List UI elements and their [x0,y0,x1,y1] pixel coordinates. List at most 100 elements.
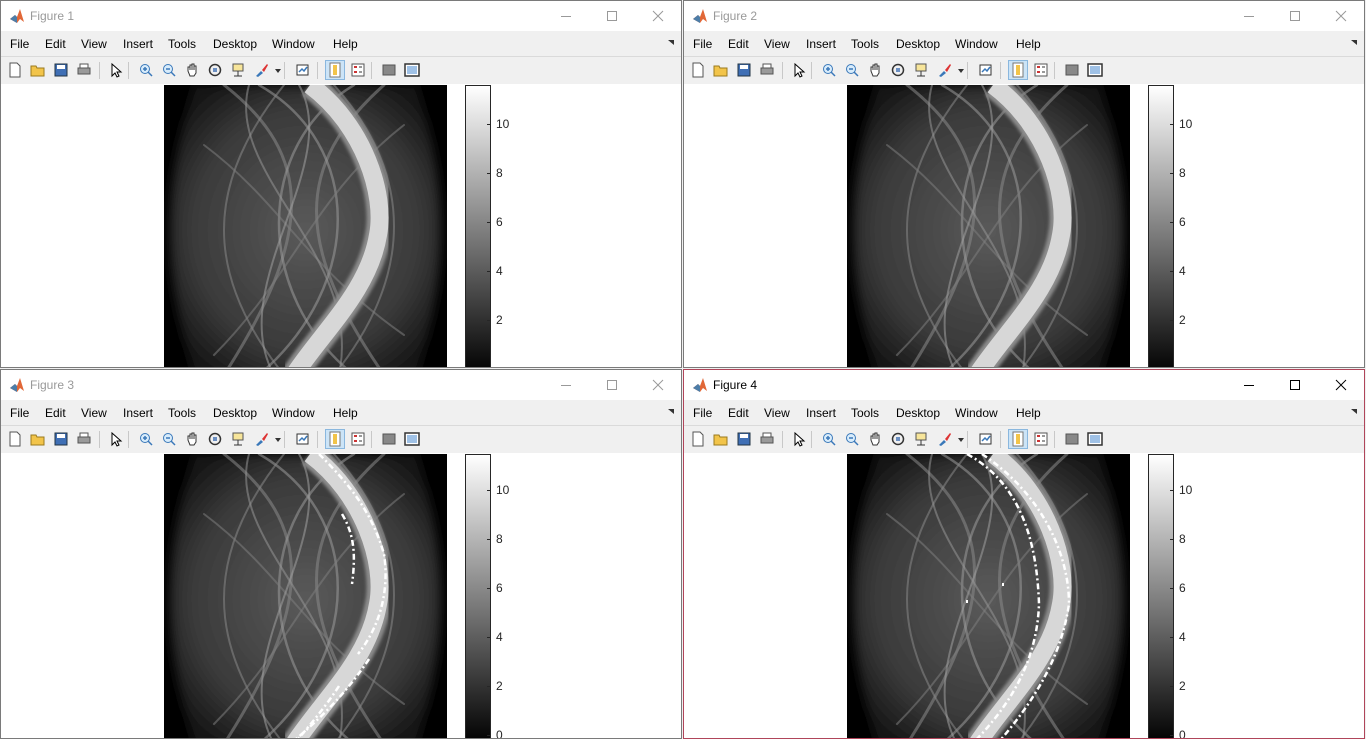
menu-edit[interactable]: Edit [728,37,749,51]
colorbar[interactable] [1148,454,1174,738]
title-bar[interactable]: Figure 4 [684,370,1364,400]
edit-plot-button[interactable] [106,429,126,449]
rotate-3d-button[interactable] [205,60,225,80]
data-cursor-button[interactable] [911,60,931,80]
open-file-button[interactable] [28,429,48,449]
open-file-button[interactable] [28,60,48,80]
close-button[interactable] [635,370,681,400]
dock-figure-icon[interactable] [667,409,675,415]
pan-button[interactable] [865,60,885,80]
colorbar[interactable] [1148,85,1174,367]
zoom-out-button[interactable] [842,60,862,80]
figure-window[interactable]: Figure 2 File Edit View Insert Tools Des… [683,0,1365,368]
open-file-button[interactable] [711,60,731,80]
zoom-out-button[interactable] [159,429,179,449]
menu-window[interactable]: Window [272,406,315,420]
menu-edit[interactable]: Edit [45,37,66,51]
save-button[interactable] [51,60,71,80]
menu-help[interactable]: Help [1016,37,1041,51]
menu-file[interactable]: File [693,406,712,420]
new-figure-button[interactable] [688,429,708,449]
brush-button[interactable] [252,429,272,449]
menu-insert[interactable]: Insert [806,406,836,420]
insert-legend-button[interactable] [1031,429,1051,449]
dropdown-arrow-icon[interactable] [958,69,964,73]
dock-figure-icon[interactable] [667,40,675,46]
show-plot-tools-button[interactable] [1085,429,1105,449]
dropdown-arrow-icon[interactable] [275,69,281,73]
zoom-in-button[interactable] [136,60,156,80]
show-plot-tools-button[interactable] [402,429,422,449]
pan-button[interactable] [182,60,202,80]
hide-plot-tools-button[interactable] [379,60,399,80]
menu-tools[interactable]: Tools [168,37,196,51]
sinogram-image[interactable] [847,454,1130,738]
minimize-button[interactable] [1226,1,1272,31]
new-figure-button[interactable] [688,60,708,80]
insert-colorbar-button[interactable] [325,60,345,80]
print-button[interactable] [757,60,777,80]
insert-colorbar-button[interactable] [1008,60,1028,80]
close-button[interactable] [1318,370,1364,400]
rotate-3d-button[interactable] [888,60,908,80]
rotate-3d-button[interactable] [888,429,908,449]
brush-button[interactable] [252,60,272,80]
maximize-button[interactable] [589,1,635,31]
menu-help[interactable]: Help [1016,406,1041,420]
menu-tools[interactable]: Tools [168,406,196,420]
minimize-button[interactable] [543,370,589,400]
menu-desktop[interactable]: Desktop [213,406,257,420]
menu-insert[interactable]: Insert [123,406,153,420]
open-file-button[interactable] [711,429,731,449]
sinogram-image[interactable] [847,85,1130,367]
dropdown-arrow-icon[interactable] [275,438,281,442]
new-figure-button[interactable] [5,429,25,449]
insert-legend-button[interactable] [1031,60,1051,80]
menu-view[interactable]: View [764,37,790,51]
insert-colorbar-button[interactable] [1008,429,1028,449]
dock-figure-icon[interactable] [1350,40,1358,46]
menu-view[interactable]: View [81,406,107,420]
pan-button[interactable] [865,429,885,449]
save-button[interactable] [734,429,754,449]
menu-file[interactable]: File [10,406,29,420]
menu-help[interactable]: Help [333,406,358,420]
maximize-button[interactable] [1272,370,1318,400]
insert-colorbar-button[interactable] [325,429,345,449]
show-plot-tools-button[interactable] [1085,60,1105,80]
menu-insert[interactable]: Insert [123,37,153,51]
menu-edit[interactable]: Edit [45,406,66,420]
zoom-out-button[interactable] [159,60,179,80]
print-button[interactable] [74,60,94,80]
brush-button[interactable] [935,429,955,449]
menu-desktop[interactable]: Desktop [896,406,940,420]
minimize-button[interactable] [543,1,589,31]
save-button[interactable] [51,429,71,449]
insert-legend-button[interactable] [348,60,368,80]
menu-view[interactable]: View [81,37,107,51]
menu-file[interactable]: File [10,37,29,51]
link-plot-button[interactable] [293,429,313,449]
new-figure-button[interactable] [5,60,25,80]
hide-plot-tools-button[interactable] [1062,429,1082,449]
colorbar[interactable] [465,85,491,367]
link-plot-button[interactable] [976,60,996,80]
menu-window[interactable]: Window [955,406,998,420]
maximize-button[interactable] [1272,1,1318,31]
menu-insert[interactable]: Insert [806,37,836,51]
edit-plot-button[interactable] [789,429,809,449]
menu-desktop[interactable]: Desktop [213,37,257,51]
hide-plot-tools-button[interactable] [379,429,399,449]
figure-window[interactable]: Figure 3 File Edit View Insert Tools Des… [0,369,682,739]
menu-file[interactable]: File [693,37,712,51]
colorbar[interactable] [465,454,491,738]
title-bar[interactable]: Figure 3 [1,370,681,400]
figure-window[interactable]: Figure 1 File Edit View Insert Tools Des… [0,0,682,368]
brush-button[interactable] [935,60,955,80]
minimize-button[interactable] [1226,370,1272,400]
menu-edit[interactable]: Edit [728,406,749,420]
data-cursor-button[interactable] [228,429,248,449]
pan-button[interactable] [182,429,202,449]
maximize-button[interactable] [589,370,635,400]
menu-view[interactable]: View [764,406,790,420]
